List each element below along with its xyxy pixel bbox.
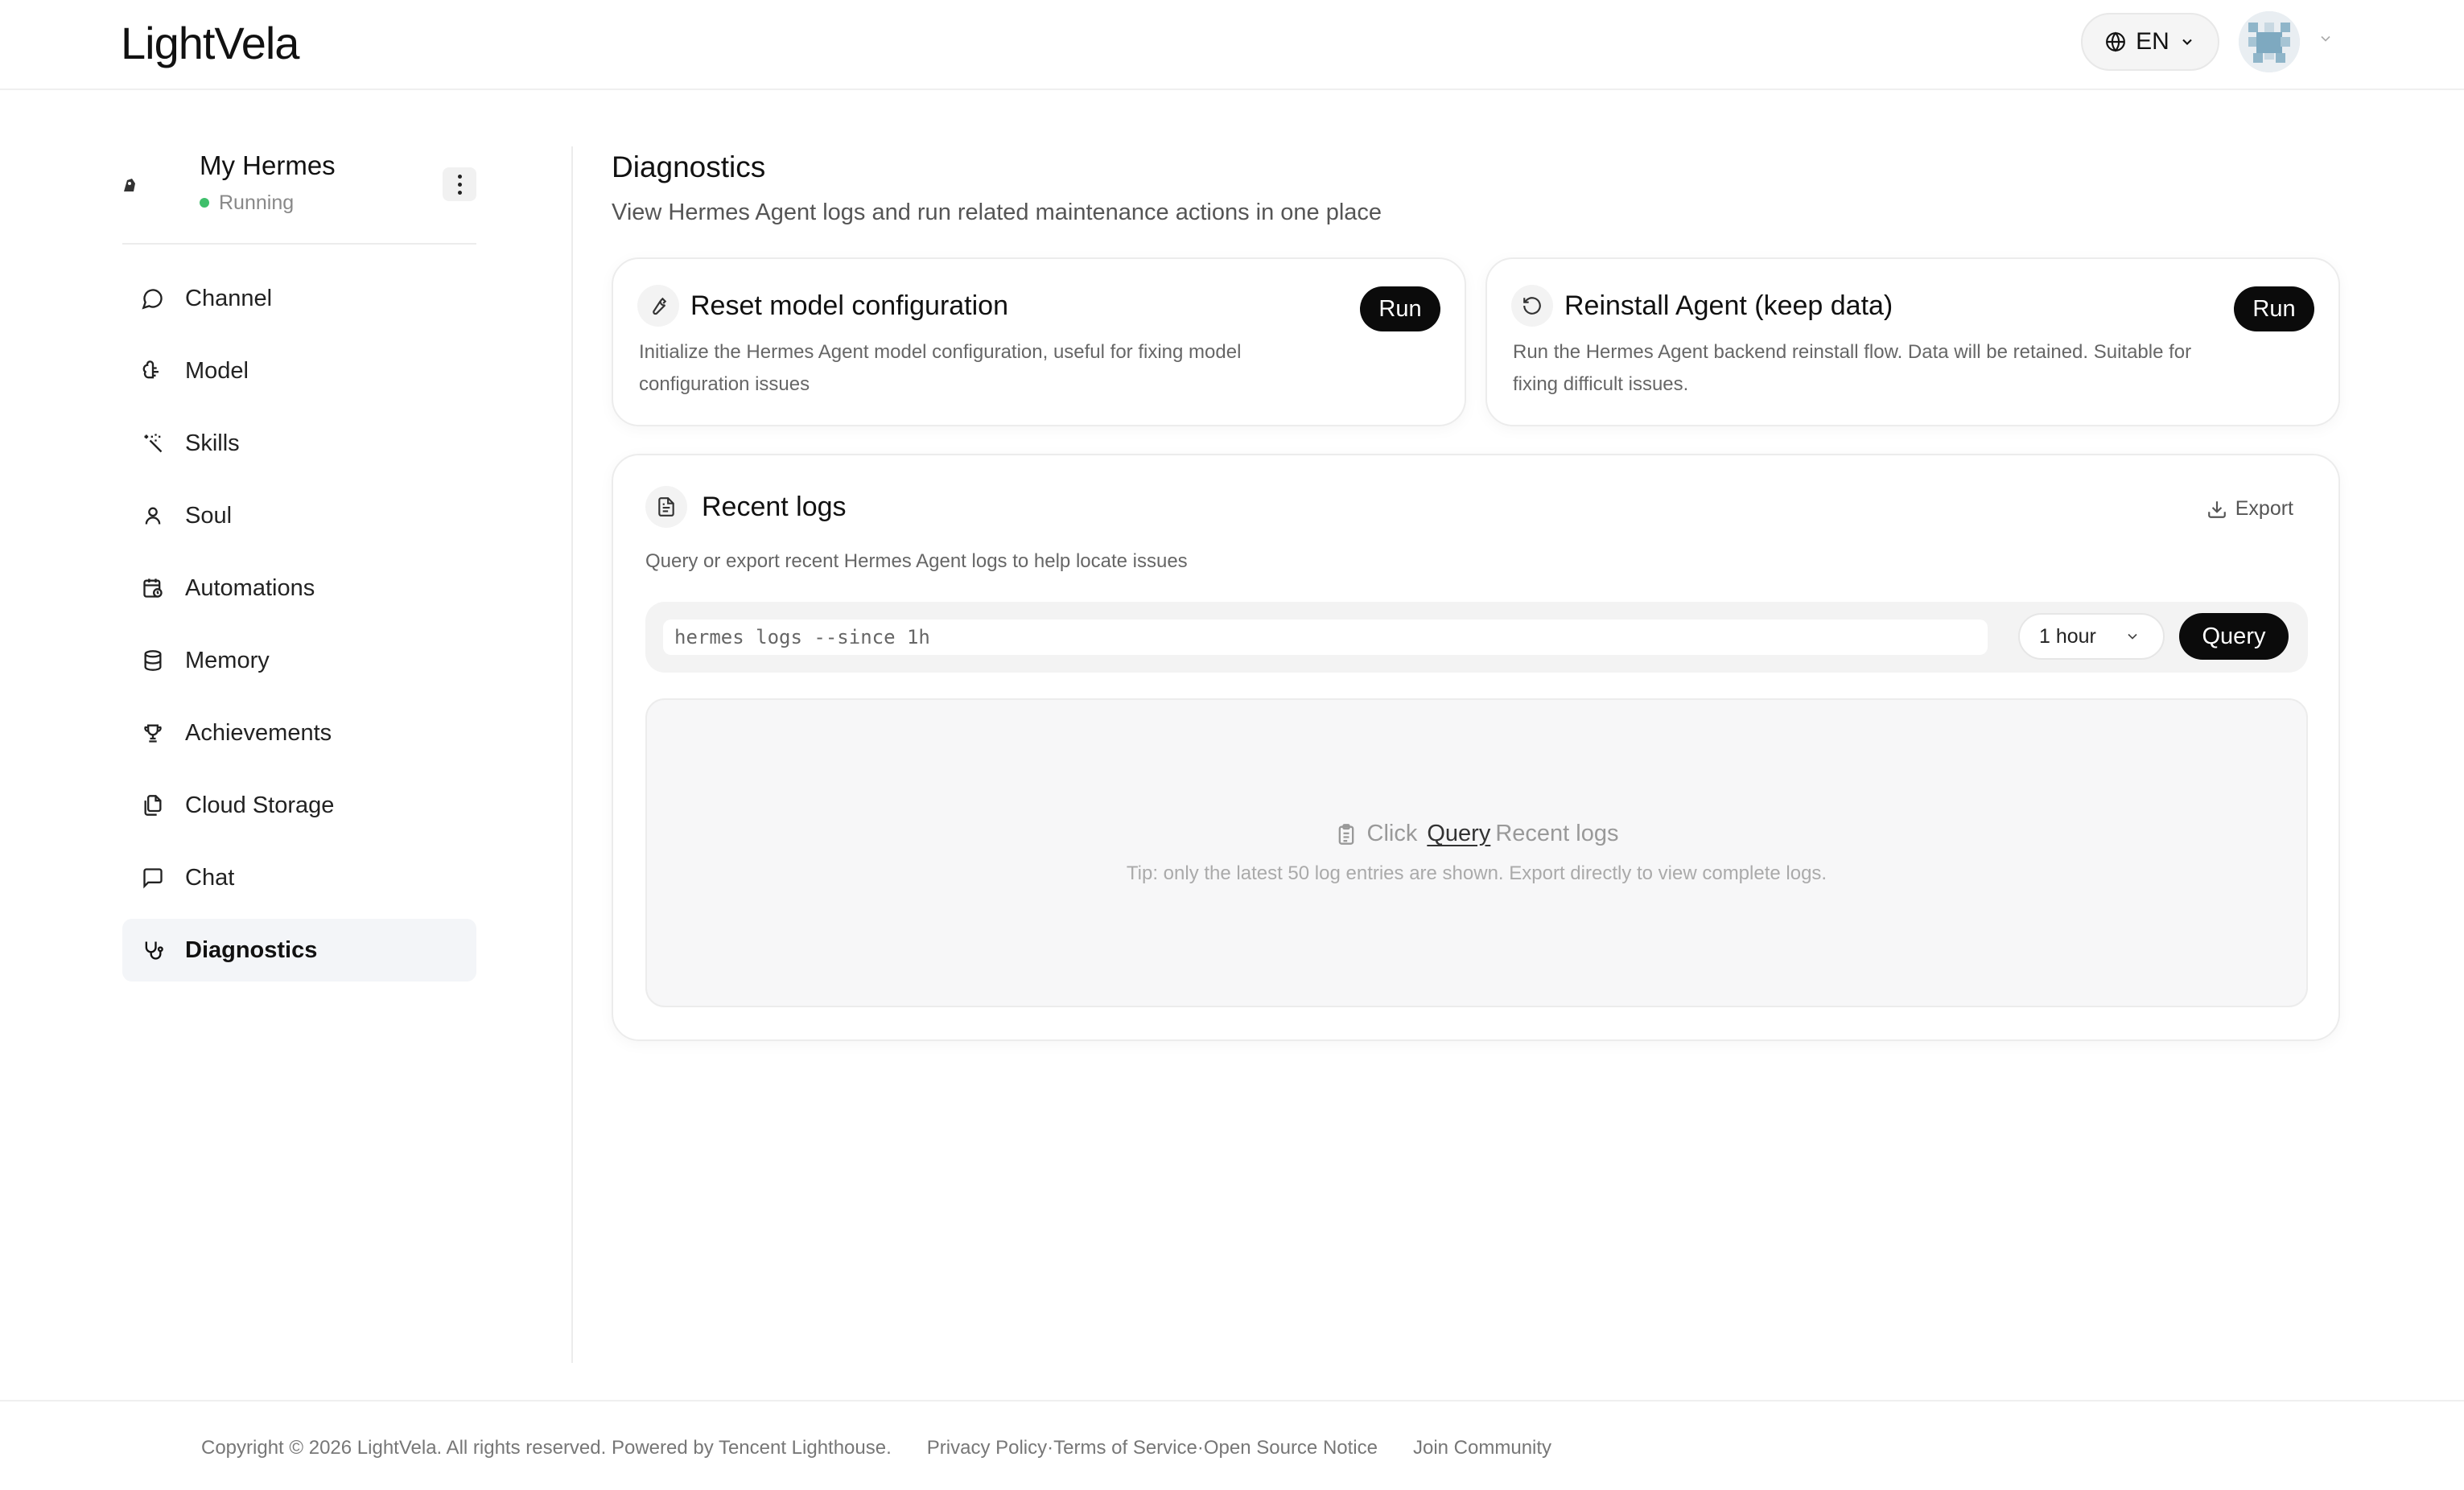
export-button[interactable]: Export <box>2206 497 2293 521</box>
page-subtitle: View Hermes Agent logs and run related m… <box>612 200 1382 225</box>
sidebar-item-achievements[interactable]: Achievements <box>122 702 476 764</box>
sidebar-item-automations[interactable]: Automations <box>122 557 476 619</box>
agent-name: My Hermes <box>200 150 336 180</box>
reinstall-run-button[interactable]: Run <box>2234 286 2314 331</box>
sidebar-divider <box>571 146 573 1363</box>
page-title: Diagnostics <box>612 150 766 183</box>
sidebar-item-label: Model <box>185 357 249 384</box>
card-description: Run the Hermes Agent backend reinstall f… <box>1513 341 2192 395</box>
stethoscope-icon <box>145 941 163 960</box>
sidebar-item-label: Memory <box>185 647 270 673</box>
card-title: Reinstall Agent (keep data) <box>1564 290 1893 321</box>
download-icon <box>2207 500 2226 518</box>
copyright-text: Copyright © 2026 LightVela. All rights r… <box>201 1437 892 1459</box>
footer: Copyright © 2026 LightVela. All rights r… <box>0 1400 2464 1490</box>
reset-run-button[interactable]: Run <box>1360 286 1440 331</box>
calendar-clock-icon <box>143 578 163 598</box>
message-square-icon <box>143 868 163 889</box>
chat-bubble-icon <box>142 289 163 310</box>
join-community-link[interactable]: Join Community <box>1413 1437 1551 1459</box>
wrench-icon <box>637 285 679 327</box>
time-range-value: 1 hour <box>2039 624 2096 648</box>
chevron-down-icon <box>2182 39 2192 45</box>
sidebar-item-label: Soul <box>185 502 233 529</box>
card-description: Initialize the Hermes Agent model config… <box>639 341 1242 395</box>
status-text: Running <box>219 191 295 214</box>
agent-card: My Hermes Running <box>122 148 476 245</box>
sidebar-nav: Channel Model Skills Soul Automations Me… <box>122 267 476 991</box>
magic-wand-icon <box>144 434 163 453</box>
sidebar-item-label: Chat <box>185 864 235 891</box>
logs-empty-state: Click Query Recent logs Tip: only the la… <box>645 698 2308 1007</box>
sidebar-item-label: Achievements <box>185 719 332 746</box>
globe-icon <box>2106 31 2126 52</box>
query-button[interactable]: Query <box>2179 613 2289 660</box>
separator: · <box>1047 1437 1054 1459</box>
sidebar-item-label: Diagnostics <box>185 936 318 963</box>
sidebar-item-soul[interactable]: Soul <box>122 484 476 547</box>
log-command-input[interactable] <box>663 619 1988 655</box>
privacy-policy-link[interactable]: Privacy Policy <box>927 1437 1047 1459</box>
person-icon <box>145 507 161 525</box>
clipboard-icon <box>1338 823 1354 845</box>
sidebar-item-skills[interactable]: Skills <box>122 412 476 475</box>
footer-links: Copyright © 2026 LightVela. All rights r… <box>201 1437 1551 1459</box>
app-logo[interactable]: LightVela <box>121 14 299 72</box>
recent-logs-card: Recent logs Export Query or export recen… <box>612 454 2340 1041</box>
database-icon <box>144 650 162 671</box>
sidebar-item-cloud-storage[interactable]: Cloud Storage <box>122 774 476 837</box>
reset-model-card: Reset model configuration Initialize the… <box>612 257 1466 426</box>
account-chevron-icon[interactable] <box>2318 31 2334 47</box>
empty-prefix: Click <box>1366 821 1418 846</box>
empty-suffix: Recent logs <box>1495 821 1619 846</box>
terms-link[interactable]: Terms of Service <box>1053 1437 1197 1459</box>
agent-more-button[interactable] <box>443 167 476 201</box>
empty-message: Click Query Recent logs <box>647 821 2306 847</box>
agent-separator <box>122 243 476 245</box>
reinstall-agent-card: Reinstall Agent (keep data) Run the Herm… <box>1485 257 2340 426</box>
separator: · <box>1197 1437 1204 1459</box>
card-title: Reset model configuration <box>690 290 1009 321</box>
open-source-link[interactable]: Open Source Notice <box>1204 1437 1378 1459</box>
agent-logo <box>122 175 175 195</box>
chevron-down-icon <box>2128 633 2137 640</box>
document-icon <box>645 486 687 528</box>
sidebar-item-label: Cloud Storage <box>185 792 335 818</box>
files-icon <box>144 795 162 816</box>
trophy-icon <box>144 724 162 743</box>
log-command-bar: 1 hour Query <box>645 602 2308 673</box>
language-selector[interactable]: EN <box>2081 13 2219 71</box>
language-label: EN <box>2136 28 2169 55</box>
logs-subtitle: Query or export recent Hermes Agent logs… <box>645 550 1188 572</box>
status-dot <box>200 198 209 208</box>
sidebar-item-channel[interactable]: Channel <box>122 267 476 330</box>
sidebar-item-diagnostics[interactable]: Diagnostics <box>122 919 476 982</box>
sidebar-item-label: Automations <box>185 574 315 601</box>
export-label: Export <box>2235 497 2293 520</box>
rotate-ccw-icon <box>1511 285 1553 327</box>
logs-title: Recent logs <box>702 492 847 522</box>
sidebar-item-label: Skills <box>185 430 240 456</box>
brain-icon <box>142 360 159 379</box>
empty-query-link[interactable]: Query <box>1427 821 1490 847</box>
top-header: LightVela EN <box>0 0 2464 90</box>
agent-status: Running <box>200 190 294 216</box>
sidebar-item-chat[interactable]: Chat <box>122 846 476 909</box>
sidebar-item-label: Channel <box>185 285 273 311</box>
sidebar-item-model[interactable]: Model <box>122 340 476 402</box>
sidebar-item-memory[interactable]: Memory <box>122 629 476 692</box>
time-range-select[interactable]: 1 hour <box>2018 613 2165 660</box>
empty-tip: Tip: only the latest 50 log entries are … <box>1126 862 1827 884</box>
avatar[interactable] <box>2239 11 2300 72</box>
